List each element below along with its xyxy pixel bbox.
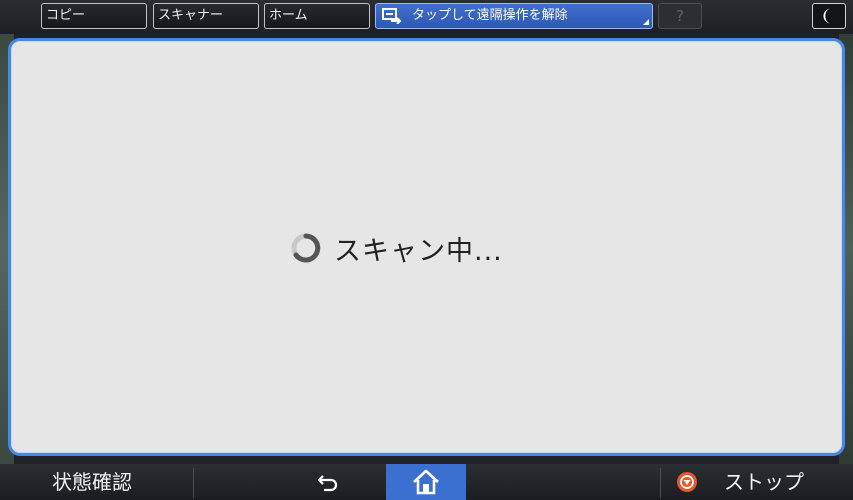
help-label: ? bbox=[676, 7, 684, 25]
tab-copy[interactable]: コピー bbox=[41, 3, 147, 29]
home-button[interactable] bbox=[386, 464, 466, 500]
stop-icon bbox=[677, 472, 697, 492]
tab-home-label: ホーム bbox=[269, 8, 308, 23]
help-button[interactable]: ? bbox=[658, 3, 702, 29]
spinner-icon bbox=[291, 233, 321, 263]
bottom-bar: 状態確認 ストップ bbox=[0, 464, 853, 500]
back-button[interactable] bbox=[308, 464, 348, 500]
remote-operation-icon bbox=[382, 8, 402, 24]
divider bbox=[193, 468, 194, 498]
remote-release-label: タップして遠隔操作を解除 bbox=[412, 8, 568, 23]
stop-button[interactable]: ストップ bbox=[676, 464, 804, 500]
remote-release-button[interactable]: タップして遠隔操作を解除 bbox=[375, 3, 653, 29]
scan-status-text: スキャン中... bbox=[334, 235, 503, 267]
top-bar: コピー スキャナー ホーム タップして遠隔操作を解除 ? bbox=[0, 0, 853, 34]
back-arrow-icon bbox=[317, 475, 338, 492]
tab-copy-label: コピー bbox=[46, 8, 86, 23]
moon-icon bbox=[823, 8, 831, 24]
status-check-label: 状態確認 bbox=[52, 470, 132, 494]
home-icon bbox=[413, 469, 439, 495]
scan-status: スキャン中... bbox=[290, 225, 503, 271]
night-mode-button[interactable] bbox=[812, 3, 846, 29]
status-check-button[interactable]: 状態確認 bbox=[52, 464, 132, 500]
tab-scanner-label: スキャナー bbox=[158, 8, 224, 23]
tab-scanner[interactable]: スキャナー bbox=[153, 3, 259, 29]
expand-corner-icon bbox=[643, 19, 649, 25]
divider bbox=[660, 468, 661, 498]
stop-label: ストップ bbox=[724, 470, 804, 494]
tab-home[interactable]: ホーム bbox=[264, 3, 370, 29]
